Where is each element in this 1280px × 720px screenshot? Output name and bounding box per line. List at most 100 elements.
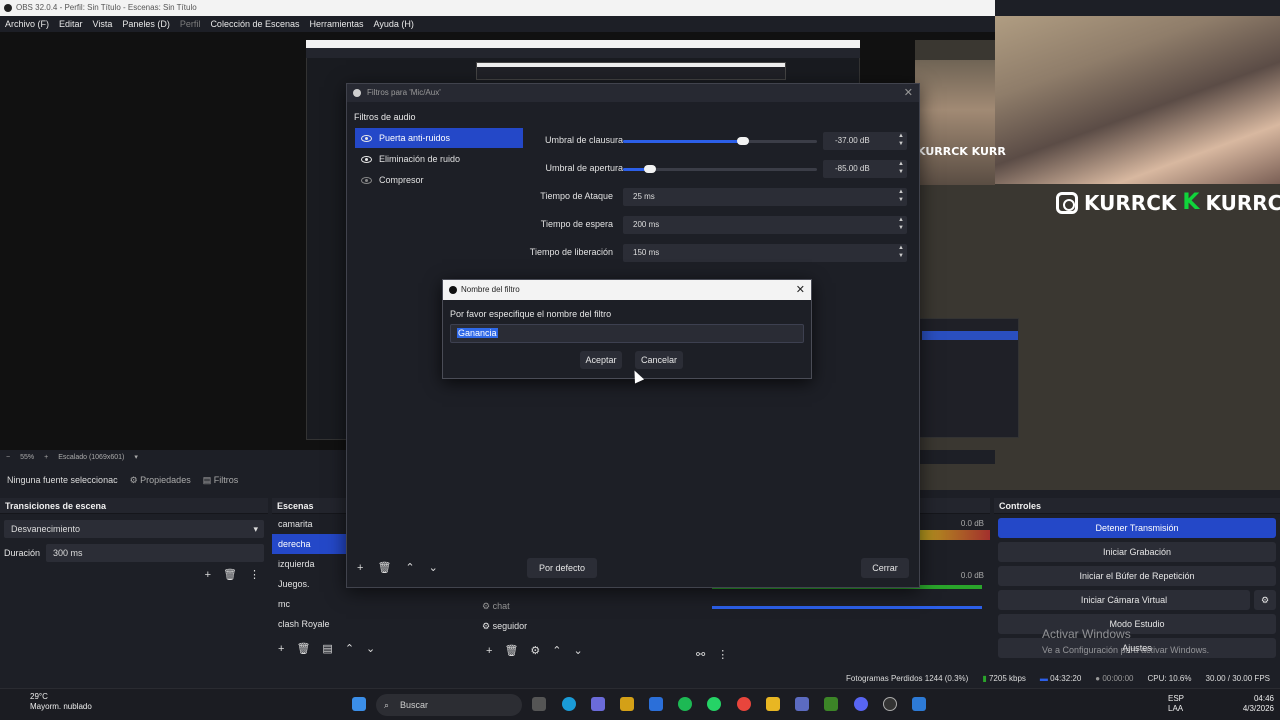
close-icon[interactable]: ✕ bbox=[796, 280, 805, 300]
edge-icon[interactable] bbox=[562, 697, 576, 711]
eye-off-icon[interactable] bbox=[361, 176, 372, 184]
no-source-label: Ninguna fuente seleccionac bbox=[7, 475, 118, 485]
chrome-icon[interactable] bbox=[737, 697, 751, 711]
mixer-meter-1 bbox=[920, 530, 990, 540]
menu-herramientas[interactable]: Herramientas bbox=[310, 19, 364, 29]
stop-stream-button[interactable]: Detener Transmisión bbox=[998, 518, 1276, 538]
app-icon[interactable] bbox=[912, 697, 926, 711]
filter-name-input[interactable]: Ganancia bbox=[450, 324, 804, 343]
move-down-icon[interactable]: ⌄ bbox=[366, 642, 375, 655]
source-item[interactable]: ⚙ chat bbox=[476, 596, 686, 616]
zoom-in-icon[interactable]: + bbox=[44, 454, 48, 461]
minecraft-icon[interactable] bbox=[824, 697, 838, 711]
add-source-icon[interactable]: + bbox=[486, 645, 492, 657]
controls-header: Controles bbox=[994, 498, 1280, 514]
copilot-icon[interactable] bbox=[591, 697, 605, 711]
spotify-icon[interactable] bbox=[678, 697, 692, 711]
filters-dialog-title: Filtros para 'Mic/Aux' bbox=[367, 88, 441, 97]
weather-widget[interactable]: 29°C Mayorm. nublado bbox=[12, 692, 92, 712]
whatsapp-icon[interactable] bbox=[707, 697, 721, 711]
transition-select[interactable]: Desvanecimiento ▾ bbox=[4, 520, 264, 538]
properties-button[interactable]: ⚙ Propiedades bbox=[130, 475, 191, 486]
slider-handle[interactable] bbox=[644, 165, 657, 173]
accept-button[interactable]: Aceptar bbox=[580, 351, 622, 369]
replay-buffer-button[interactable]: Iniciar el Búfer de Repetición bbox=[998, 566, 1276, 586]
spin-arrows-icon: ▲ ▼ bbox=[898, 161, 904, 175]
move-up-icon[interactable]: ⌃ bbox=[345, 642, 354, 655]
add-icon[interactable]: + bbox=[205, 569, 211, 581]
menu-paneles[interactable]: Paneles (D) bbox=[122, 19, 170, 29]
menu-ayuda[interactable]: Ayuda (H) bbox=[374, 19, 414, 29]
overlay-brand: KURRCK K KURRCK bbox=[1056, 190, 1280, 215]
obs-taskbar-icon[interactable] bbox=[883, 697, 897, 711]
store-icon[interactable] bbox=[620, 697, 634, 711]
clock[interactable]: 04:46 4/3/2026 bbox=[1230, 694, 1274, 714]
task-view-icon[interactable] bbox=[532, 697, 546, 711]
menu-archivo[interactable]: Archivo (F) bbox=[5, 19, 49, 29]
add-scene-icon[interactable]: + bbox=[278, 643, 284, 655]
taskbar-search[interactable]: ⌕ Buscar bbox=[376, 694, 522, 716]
default-button[interactable]: Por defecto bbox=[527, 558, 597, 578]
eye-icon[interactable] bbox=[361, 134, 372, 142]
close-button[interactable]: Cerrar bbox=[861, 558, 909, 578]
mixer-volume-slider[interactable] bbox=[712, 606, 982, 609]
filters-button[interactable]: ▤ Filtros bbox=[203, 475, 239, 486]
scale-mode[interactable]: Escalado (1069x601) bbox=[58, 454, 124, 461]
link-icon[interactable]: ⚯ bbox=[696, 648, 705, 661]
virtual-camera-button[interactable]: Iniciar Cámara Virtual bbox=[998, 590, 1250, 610]
move-up-icon[interactable]: ⌃ bbox=[405, 561, 414, 574]
cancel-button[interactable]: Cancelar bbox=[635, 351, 683, 369]
move-up-icon[interactable]: ⌃ bbox=[552, 644, 561, 657]
signal-icon: ▮ bbox=[982, 673, 989, 683]
source-item[interactable]: ⚙ seguidor bbox=[476, 616, 686, 636]
spin-arrows-icon: ▲ ▼ bbox=[898, 217, 904, 231]
open-threshold-slider[interactable] bbox=[623, 165, 817, 173]
more-icon[interactable]: ⋮ bbox=[717, 648, 728, 661]
trash-icon[interactable]: 🗑 bbox=[296, 642, 310, 655]
duration-input[interactable]: 300 ms bbox=[46, 544, 264, 562]
filter-item-noise-suppression[interactable]: Eliminación de ruido bbox=[355, 149, 523, 169]
trash-icon[interactable]: 🗑 bbox=[504, 644, 518, 657]
gear-icon[interactable]: ⚙ bbox=[530, 644, 540, 657]
move-down-icon[interactable]: ⌄ bbox=[574, 644, 583, 657]
gear-icon[interactable]: ⚙ bbox=[1254, 590, 1276, 610]
windows-start-icon[interactable] bbox=[352, 697, 366, 711]
trash-icon[interactable]: 🗑 bbox=[223, 568, 237, 581]
scene-filter-icon[interactable]: ▤ bbox=[322, 642, 332, 655]
hold-input[interactable]: 200 ms ▲ ▼ bbox=[623, 216, 907, 234]
transitions-dock: Transiciones de escena Desvanecimiento ▾… bbox=[0, 498, 268, 668]
menu-perfil[interactable]: Perfil bbox=[180, 19, 201, 29]
add-filter-icon[interactable]: + bbox=[357, 562, 363, 574]
chevron-down-icon[interactable]: ▾ bbox=[134, 453, 138, 461]
attack-input[interactable]: 25 ms ▲ ▼ bbox=[623, 188, 907, 206]
window-title: OBS 32.0.4 - Perfil: Sin Título - Escena… bbox=[16, 3, 197, 12]
open-threshold-input[interactable]: -85.00 dB ▲ ▼ bbox=[823, 160, 907, 178]
folder-icon[interactable] bbox=[766, 697, 780, 711]
menu-coleccion[interactable]: Colección de Escenas bbox=[210, 19, 299, 29]
scene-item[interactable]: mc bbox=[272, 594, 472, 614]
filter-item-compressor[interactable]: Compresor bbox=[355, 170, 523, 190]
stream-icon: ▬ bbox=[1039, 673, 1051, 683]
zoom-out-icon[interactable]: − bbox=[6, 454, 10, 461]
slider-handle[interactable] bbox=[737, 137, 750, 145]
windows-taskbar bbox=[0, 688, 1280, 720]
trash-icon[interactable]: 🗑 bbox=[377, 561, 391, 574]
close-icon[interactable]: ✕ bbox=[904, 84, 913, 102]
close-threshold-slider[interactable] bbox=[623, 137, 817, 145]
filter-item-noise-gate[interactable]: Puerta anti-ruidos bbox=[355, 128, 523, 148]
start-recording-button[interactable]: Iniciar Grabación bbox=[998, 542, 1276, 562]
language-indicator[interactable]: ESP LAA bbox=[1168, 694, 1184, 714]
menu-editar[interactable]: Editar bbox=[59, 19, 83, 29]
scene-item[interactable]: clash Royale bbox=[272, 614, 472, 634]
release-input[interactable]: 150 ms ▲ ▼ bbox=[623, 244, 907, 262]
teams-icon[interactable] bbox=[795, 697, 809, 711]
eye-icon[interactable] bbox=[361, 155, 372, 163]
move-down-icon[interactable]: ⌄ bbox=[429, 561, 438, 574]
overlay-brand-small: KURRCK KURR bbox=[917, 145, 1006, 158]
discord-icon[interactable] bbox=[854, 697, 868, 711]
close-threshold-input[interactable]: -37.00 dB ▲ ▼ bbox=[823, 132, 907, 150]
menu-vista[interactable]: Vista bbox=[93, 19, 113, 29]
instagram-icon bbox=[1056, 191, 1078, 214]
mail-icon[interactable] bbox=[649, 697, 663, 711]
more-icon[interactable]: ⋮ bbox=[249, 568, 260, 581]
